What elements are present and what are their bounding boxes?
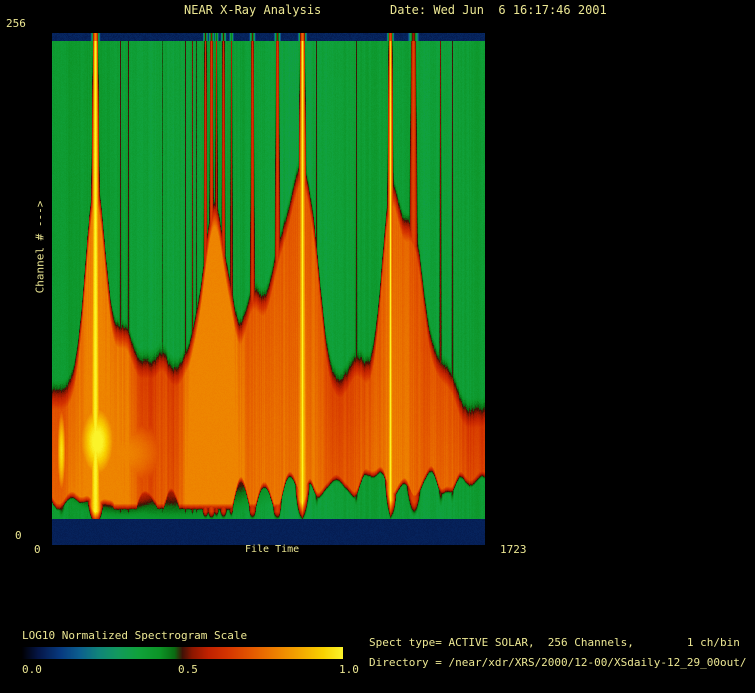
x-axis-max-label: 1723	[500, 544, 527, 555]
colorbar-tick-0: 0.0	[22, 664, 42, 675]
near-xray-analysis-window: NEAR X-Ray Analysis Date: Wed Jun 6 16:1…	[0, 0, 755, 693]
header-date: Date: Wed Jun 6 16:17:46 2001	[390, 4, 607, 16]
y-axis-title: Channel # --->	[34, 201, 47, 294]
colorbar-canvas	[22, 647, 343, 659]
x-axis-title: File Time	[245, 545, 299, 555]
colorbar-tick-1: 0.5	[178, 664, 198, 675]
spectrogram-canvas	[52, 33, 485, 545]
y-axis-max-label: 256	[6, 18, 26, 29]
directory-line: Directory = /near/xdr/XRS/2000/12-00/XSd…	[369, 657, 747, 668]
page-title: NEAR X-Ray Analysis	[184, 4, 321, 16]
spect-type-line: Spect type= ACTIVE SOLAR, 256 Channels, …	[369, 637, 740, 648]
colorbar-label: LOG10 Normalized Spectrogram Scale	[22, 630, 247, 641]
y-axis-min-label: 0	[15, 530, 22, 541]
colorbar-tick-2: 1.0	[339, 664, 359, 675]
x-axis-min-label: 0	[34, 544, 41, 555]
